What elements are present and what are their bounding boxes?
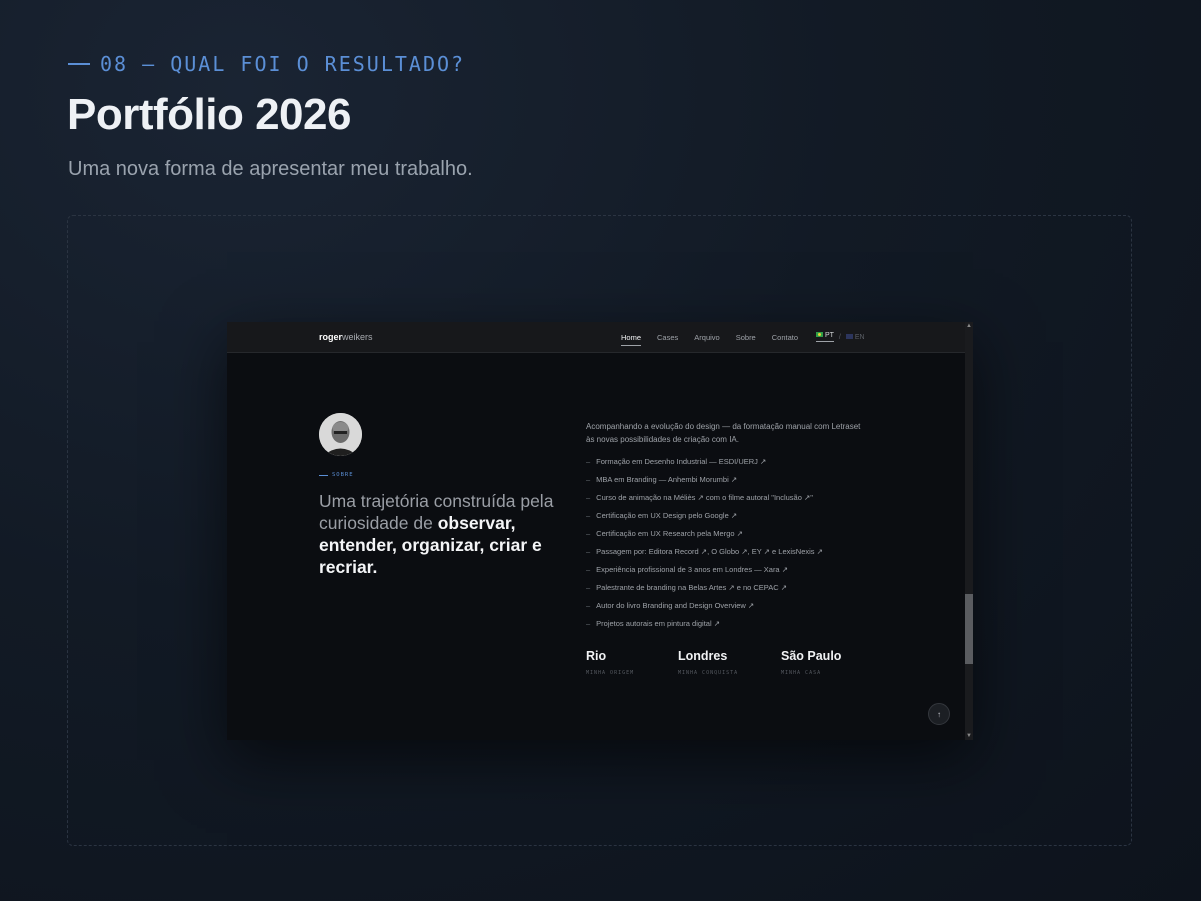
site-navbar: rogerweikers Home Cases Arquivo Sobre Co… <box>227 322 965 353</box>
list-item[interactable]: – Projetos autorais em pintura digital ↗ <box>586 619 823 637</box>
list-bullet: – <box>586 493 591 502</box>
arrow-up-icon: ↑ <box>937 709 941 719</box>
about-heading: Uma trajetória construída pela curiosida… <box>319 490 559 578</box>
list-item[interactable]: – Curso de animação na Méliès ↗ com o fil… <box>586 493 823 511</box>
lang-separator: / <box>838 333 841 341</box>
list-bullet: – <box>586 547 591 556</box>
credentials-list: – Formação em Desenho Industrial — ESDI/U… <box>586 457 823 637</box>
list-bullet: – <box>586 619 591 628</box>
logo-bold: roger <box>319 332 343 342</box>
city-name: Londres <box>678 649 728 663</box>
lang-pt-label: PT <box>824 332 834 339</box>
language-switcher: PT / EN <box>816 332 865 342</box>
lang-pt[interactable]: PT <box>816 332 834 342</box>
nav-cases[interactable]: Cases <box>657 333 678 346</box>
list-bullet: – <box>586 583 591 592</box>
list-item-text: Formação em Desenho Industrial — ESDI/UE… <box>596 457 767 466</box>
about-tag-dash <box>319 474 328 476</box>
city-caption: MINHA CASA <box>781 670 822 676</box>
list-item[interactable]: – Autor do livro Branding and Design Over… <box>586 601 823 619</box>
page-title: Portfólio 2026 <box>67 90 351 139</box>
logo-light: weikers <box>342 332 373 342</box>
eyebrow-dash <box>68 63 90 65</box>
site-menu: Home Cases Arquivo Sobre Contato <box>621 333 798 346</box>
list-item-text: Autor do livro Branding and Design Overv… <box>596 601 755 610</box>
list-bullet: – <box>586 601 591 610</box>
city-caption: MINHA ORIGEM <box>586 670 635 676</box>
list-item-text: Projetos autorais em pintura digital ↗ <box>596 619 721 628</box>
back-to-top-button[interactable]: ↑ <box>928 703 950 725</box>
list-bullet: – <box>586 565 591 574</box>
brazil-flag-icon <box>816 332 823 337</box>
list-item[interactable]: – Palestrante de branding na Belas Artes … <box>586 583 823 601</box>
uk-flag-icon <box>845 333 853 339</box>
city-rio: Rio MINHA ORIGEM <box>586 649 678 676</box>
list-item[interactable]: – Passagem por: Editora Record ↗, O Globo… <box>586 547 823 565</box>
page-subtitle: Uma nova forma de apresentar meu trabalh… <box>68 158 473 180</box>
list-bullet: – <box>586 511 591 520</box>
city-name: Rio <box>586 649 607 663</box>
city-sao-paulo: São Paulo MINHA CASA <box>781 649 873 676</box>
eyebrow-text: 08 — QUAL FOI O RESULTADO? <box>100 52 466 76</box>
list-item[interactable]: – MBA em Branding — Anhembi Morumbi ↗ <box>586 475 823 493</box>
avatar <box>319 413 362 456</box>
city-name: São Paulo <box>781 649 842 663</box>
section-eyebrow: 08 — QUAL FOI O RESULTADO? <box>68 52 465 76</box>
list-item-text: Experiência profissional de 3 anos em Lo… <box>596 565 788 574</box>
list-bullet: – <box>586 475 591 484</box>
list-item-text: Certificação em UX Design pelo Google ↗ <box>596 511 738 520</box>
nav-sobre[interactable]: Sobre <box>736 333 756 346</box>
nav-arquivo[interactable]: Arquivo <box>694 333 719 346</box>
nav-home[interactable]: Home <box>621 333 642 346</box>
scroll-down-icon[interactable]: ▼ <box>966 733 972 739</box>
list-item[interactable]: – Experiência profissional de 3 anos em L… <box>586 565 823 583</box>
about-heading-light: Uma trajetória construída pela curiosida… <box>319 491 554 533</box>
list-bullet: – <box>586 529 591 538</box>
lang-en-label: EN <box>854 333 865 341</box>
list-item[interactable]: – Certificação em UX Design pelo Google ↗ <box>586 511 823 529</box>
list-item-text: Certificação em UX Research pela Mergo ↗ <box>596 529 743 538</box>
about-tag-label: SOBRE <box>332 472 354 478</box>
city-caption: MINHA CONQUISTA <box>678 670 739 676</box>
list-item-text: Curso de animação na Méliès ↗ com o film… <box>596 493 813 502</box>
cities: Rio MINHA ORIGEM Londres MINHA CONQUISTA… <box>586 649 873 676</box>
nav-contato[interactable]: Contato <box>772 333 798 346</box>
list-item-text: MBA em Branding — Anhembi Morumbi ↗ <box>596 475 738 484</box>
scroll-up-icon[interactable]: ▲ <box>966 323 972 329</box>
scrollbar[interactable]: ▲ ▼ <box>965 322 973 740</box>
list-item-text: Palestrante de branding na Belas Artes ↗… <box>596 583 788 592</box>
list-item[interactable]: – Formação em Desenho Industrial — ESDI/U… <box>586 457 823 475</box>
list-item-text: Passagem por: Editora Record ↗, O Globo … <box>596 547 823 556</box>
scroll-thumb[interactable] <box>965 594 973 664</box>
website-screenshot: rogerweikers Home Cases Arquivo Sobre Co… <box>227 322 973 740</box>
list-bullet: – <box>586 457 591 466</box>
site-logo[interactable]: rogerweikers <box>319 332 373 342</box>
list-item[interactable]: – Certificação em UX Research pela Mergo … <box>586 529 823 547</box>
city-londres: Londres MINHA CONQUISTA <box>678 649 781 676</box>
lang-en[interactable]: EN <box>845 333 865 341</box>
about-tag: SOBRE <box>319 472 354 478</box>
about-intro: Acompanhando a evolução do design — da f… <box>586 422 861 444</box>
